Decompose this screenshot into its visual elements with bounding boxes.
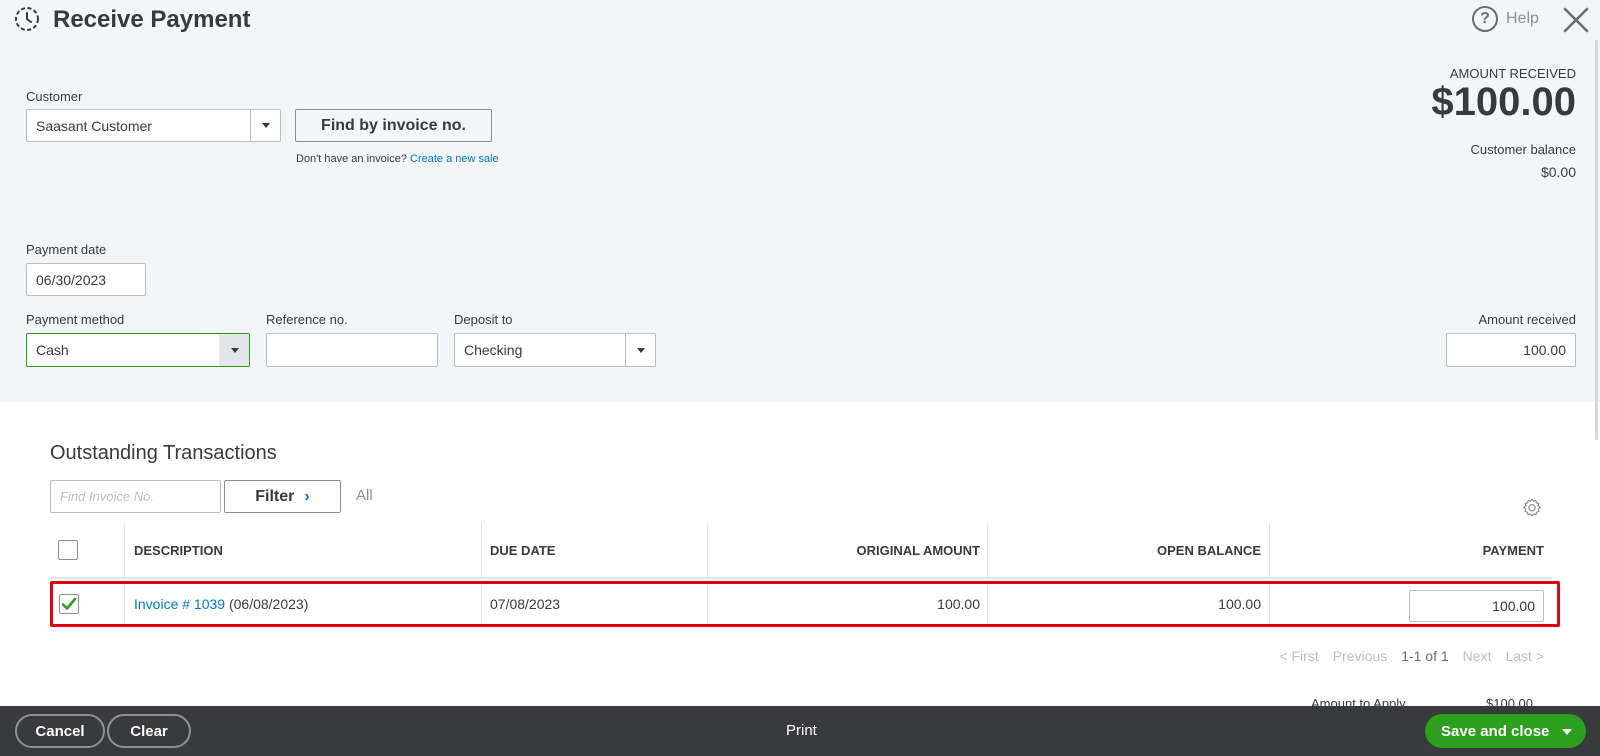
filter-all-label: All — [356, 487, 373, 504]
select-all-cell — [58, 523, 78, 577]
column-divider — [987, 584, 988, 624]
payment-date-value: 06/30/2023 — [36, 271, 107, 288]
column-header-payment[interactable]: PAYMENT — [1483, 523, 1544, 577]
row-payment-input[interactable]: 100.00 — [1409, 590, 1544, 622]
pager-previous[interactable]: Previous — [1333, 648, 1387, 664]
amount-received-total: $100.00 — [1431, 80, 1576, 124]
pagination: < First Previous 1-1 of 1 Next Last > — [1279, 648, 1544, 664]
customer-balance-label: Customer balance — [1470, 142, 1577, 157]
column-divider — [124, 584, 125, 624]
hint-text: Don't have an invoice? — [296, 153, 407, 165]
pager-range: 1-1 of 1 — [1401, 648, 1449, 664]
caret-down-icon[interactable] — [1562, 729, 1572, 735]
checkmark-icon — [61, 597, 77, 610]
help-label: Help — [1506, 10, 1539, 27]
amount-received-field-label: Amount received — [1478, 312, 1576, 327]
scrollbar[interactable] — [1595, 40, 1598, 440]
deposit-dropdown-button[interactable] — [625, 334, 655, 366]
invoice-hint: Don't have an invoice? Create a new sale — [296, 153, 499, 165]
column-header-open-balance[interactable]: OPEN BALANCE — [1157, 523, 1261, 577]
amount-received-input[interactable]: 100.00 — [1446, 333, 1576, 367]
outstanding-transactions-title: Outstanding Transactions — [50, 442, 277, 464]
pager-next[interactable]: Next — [1463, 648, 1492, 664]
amount-received-label: AMOUNT RECEIVED — [1449, 66, 1576, 81]
filter-label: Filter — [255, 487, 295, 505]
row-description: Invoice # 1039 (06/08/2023) — [134, 584, 308, 624]
clear-button[interactable]: Clear — [107, 714, 191, 748]
column-divider — [481, 584, 482, 624]
save-and-close-label: Save and close — [1441, 722, 1550, 740]
find-invoice-input[interactable] — [50, 480, 221, 513]
column-divider — [1269, 523, 1270, 579]
payment-method-dropdown-button[interactable] — [219, 334, 249, 366]
column-divider — [481, 523, 482, 579]
customer-label: Customer — [26, 89, 83, 104]
amount-received-value: 100.00 — [1523, 342, 1566, 358]
column-divider — [987, 523, 988, 579]
table-row[interactable]: Invoice # 1039 (06/08/2023) 07/08/2023 1… — [50, 581, 1560, 627]
column-divider — [707, 584, 708, 624]
column-divider — [707, 523, 708, 579]
payment-date-label: Payment date — [26, 242, 107, 257]
save-and-close-button[interactable]: Save and close — [1425, 714, 1586, 748]
close-icon[interactable] — [1562, 6, 1590, 34]
column-header-original-amount[interactable]: ORIGINAL AMOUNT — [857, 523, 981, 577]
payment-method-select[interactable]: Cash — [26, 333, 250, 367]
filter-button[interactable]: Filter › — [224, 480, 341, 513]
customer-select[interactable]: Saasant Customer — [26, 109, 281, 142]
pager-first[interactable]: < First — [1279, 648, 1318, 664]
column-header-description[interactable]: DESCRIPTION — [134, 523, 223, 577]
question-mark-icon: ? — [1472, 6, 1498, 32]
customer-balance-value: $0.00 — [1540, 164, 1576, 180]
row-open-balance: 100.00 — [1218, 596, 1261, 612]
reference-label: Reference no. — [266, 312, 348, 327]
page-title: Receive Payment — [53, 6, 251, 33]
reference-input[interactable] — [266, 333, 438, 367]
row-due-date: 07/08/2023 — [490, 596, 561, 612]
cancel-button[interactable]: Cancel — [15, 714, 105, 748]
print-button[interactable]: Print — [786, 722, 817, 739]
gear-icon[interactable] — [1521, 497, 1543, 519]
payment-date-field[interactable]: 06/30/2023 — [26, 263, 146, 296]
deposit-to-value: Checking — [464, 342, 523, 358]
caret-down-icon — [261, 123, 270, 128]
column-header-due-date[interactable]: DUE DATE — [490, 523, 555, 577]
history-icon[interactable] — [12, 5, 40, 33]
create-new-sale-link[interactable]: Create a new sale — [410, 153, 499, 165]
payment-method-label: Payment method — [26, 312, 125, 327]
caret-down-icon — [230, 347, 239, 353]
invoice-date: (06/08/2023) — [228, 596, 309, 612]
caret-down-icon — [636, 347, 645, 353]
footer-bar: Cancel Clear Print Save and close — [0, 706, 1600, 756]
row-checkbox[interactable] — [59, 594, 79, 614]
select-all-checkbox[interactable] — [58, 540, 78, 560]
customer-value: Saasant Customer — [36, 117, 152, 134]
invoice-link[interactable]: Invoice # 1039 — [134, 596, 225, 612]
row-payment-value: 100.00 — [1492, 598, 1535, 614]
column-divider — [124, 523, 125, 579]
deposit-to-label: Deposit to — [454, 312, 513, 327]
deposit-to-select[interactable]: Checking — [454, 333, 656, 367]
column-divider — [1269, 584, 1270, 624]
pager-last[interactable]: Last > — [1505, 648, 1544, 664]
chevron-right-icon: › — [304, 487, 310, 505]
find-by-invoice-button[interactable]: Find by invoice no. — [295, 109, 492, 142]
help-button[interactable]: ? Help — [1472, 6, 1539, 32]
row-select-cell — [59, 584, 79, 624]
transactions-table-header: DESCRIPTION DUE DATE ORIGINAL AMOUNT OPE… — [50, 523, 1552, 579]
payment-method-value: Cash — [36, 342, 69, 358]
customer-dropdown-button[interactable] — [250, 110, 280, 141]
row-original-amount: 100.00 — [937, 596, 980, 612]
